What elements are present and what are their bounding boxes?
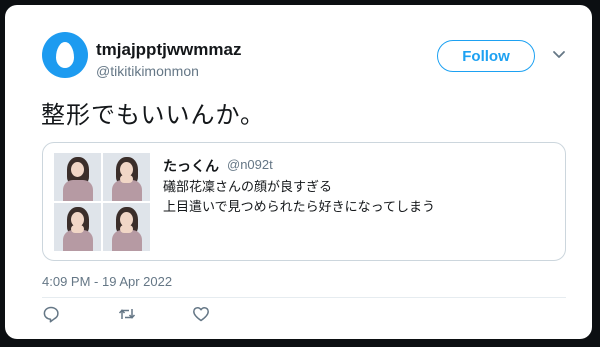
tweet-timestamp[interactable]: 4:09 PM - 19 Apr 2022 xyxy=(42,274,172,289)
tweet-card: tmjajpptjwwmmaz @tikitikimonmon Follow 整… xyxy=(5,5,592,339)
egg-avatar-icon xyxy=(56,42,74,68)
user-handle[interactable]: @tikitikimonmon xyxy=(96,63,199,79)
reply-icon[interactable] xyxy=(42,305,60,323)
like-icon[interactable] xyxy=(192,305,210,323)
follow-button[interactable]: Follow xyxy=(437,40,535,72)
chevron-down-icon[interactable] xyxy=(552,50,566,60)
quoted-text-line-1: 礒部花凜さんの顔が良すぎる xyxy=(163,179,333,194)
quoted-photo-3[interactable] xyxy=(54,203,101,251)
quoted-tweet[interactable]: たっくん @n092t 礒部花凜さんの顔が良すぎる 上目遣いで見つめられたら好き… xyxy=(42,142,566,261)
divider xyxy=(42,297,566,298)
display-name[interactable]: tmjajpptjwwmmaz xyxy=(96,40,241,60)
quoted-photo-4[interactable] xyxy=(103,203,150,251)
quoted-text-line-2: 上目遣いで見つめられたら好きになってしまう xyxy=(163,199,435,214)
quoted-handle: @n092t xyxy=(227,157,273,172)
quoted-media-grid[interactable] xyxy=(54,153,150,251)
quoted-photo-1[interactable] xyxy=(54,153,101,201)
avatar[interactable] xyxy=(42,32,88,78)
quoted-photo-2[interactable] xyxy=(103,153,150,201)
tweet-text: 整形でもいいんか。 xyxy=(41,102,266,129)
retweet-icon[interactable] xyxy=(118,305,136,323)
quoted-display-name: たっくん xyxy=(163,158,219,174)
